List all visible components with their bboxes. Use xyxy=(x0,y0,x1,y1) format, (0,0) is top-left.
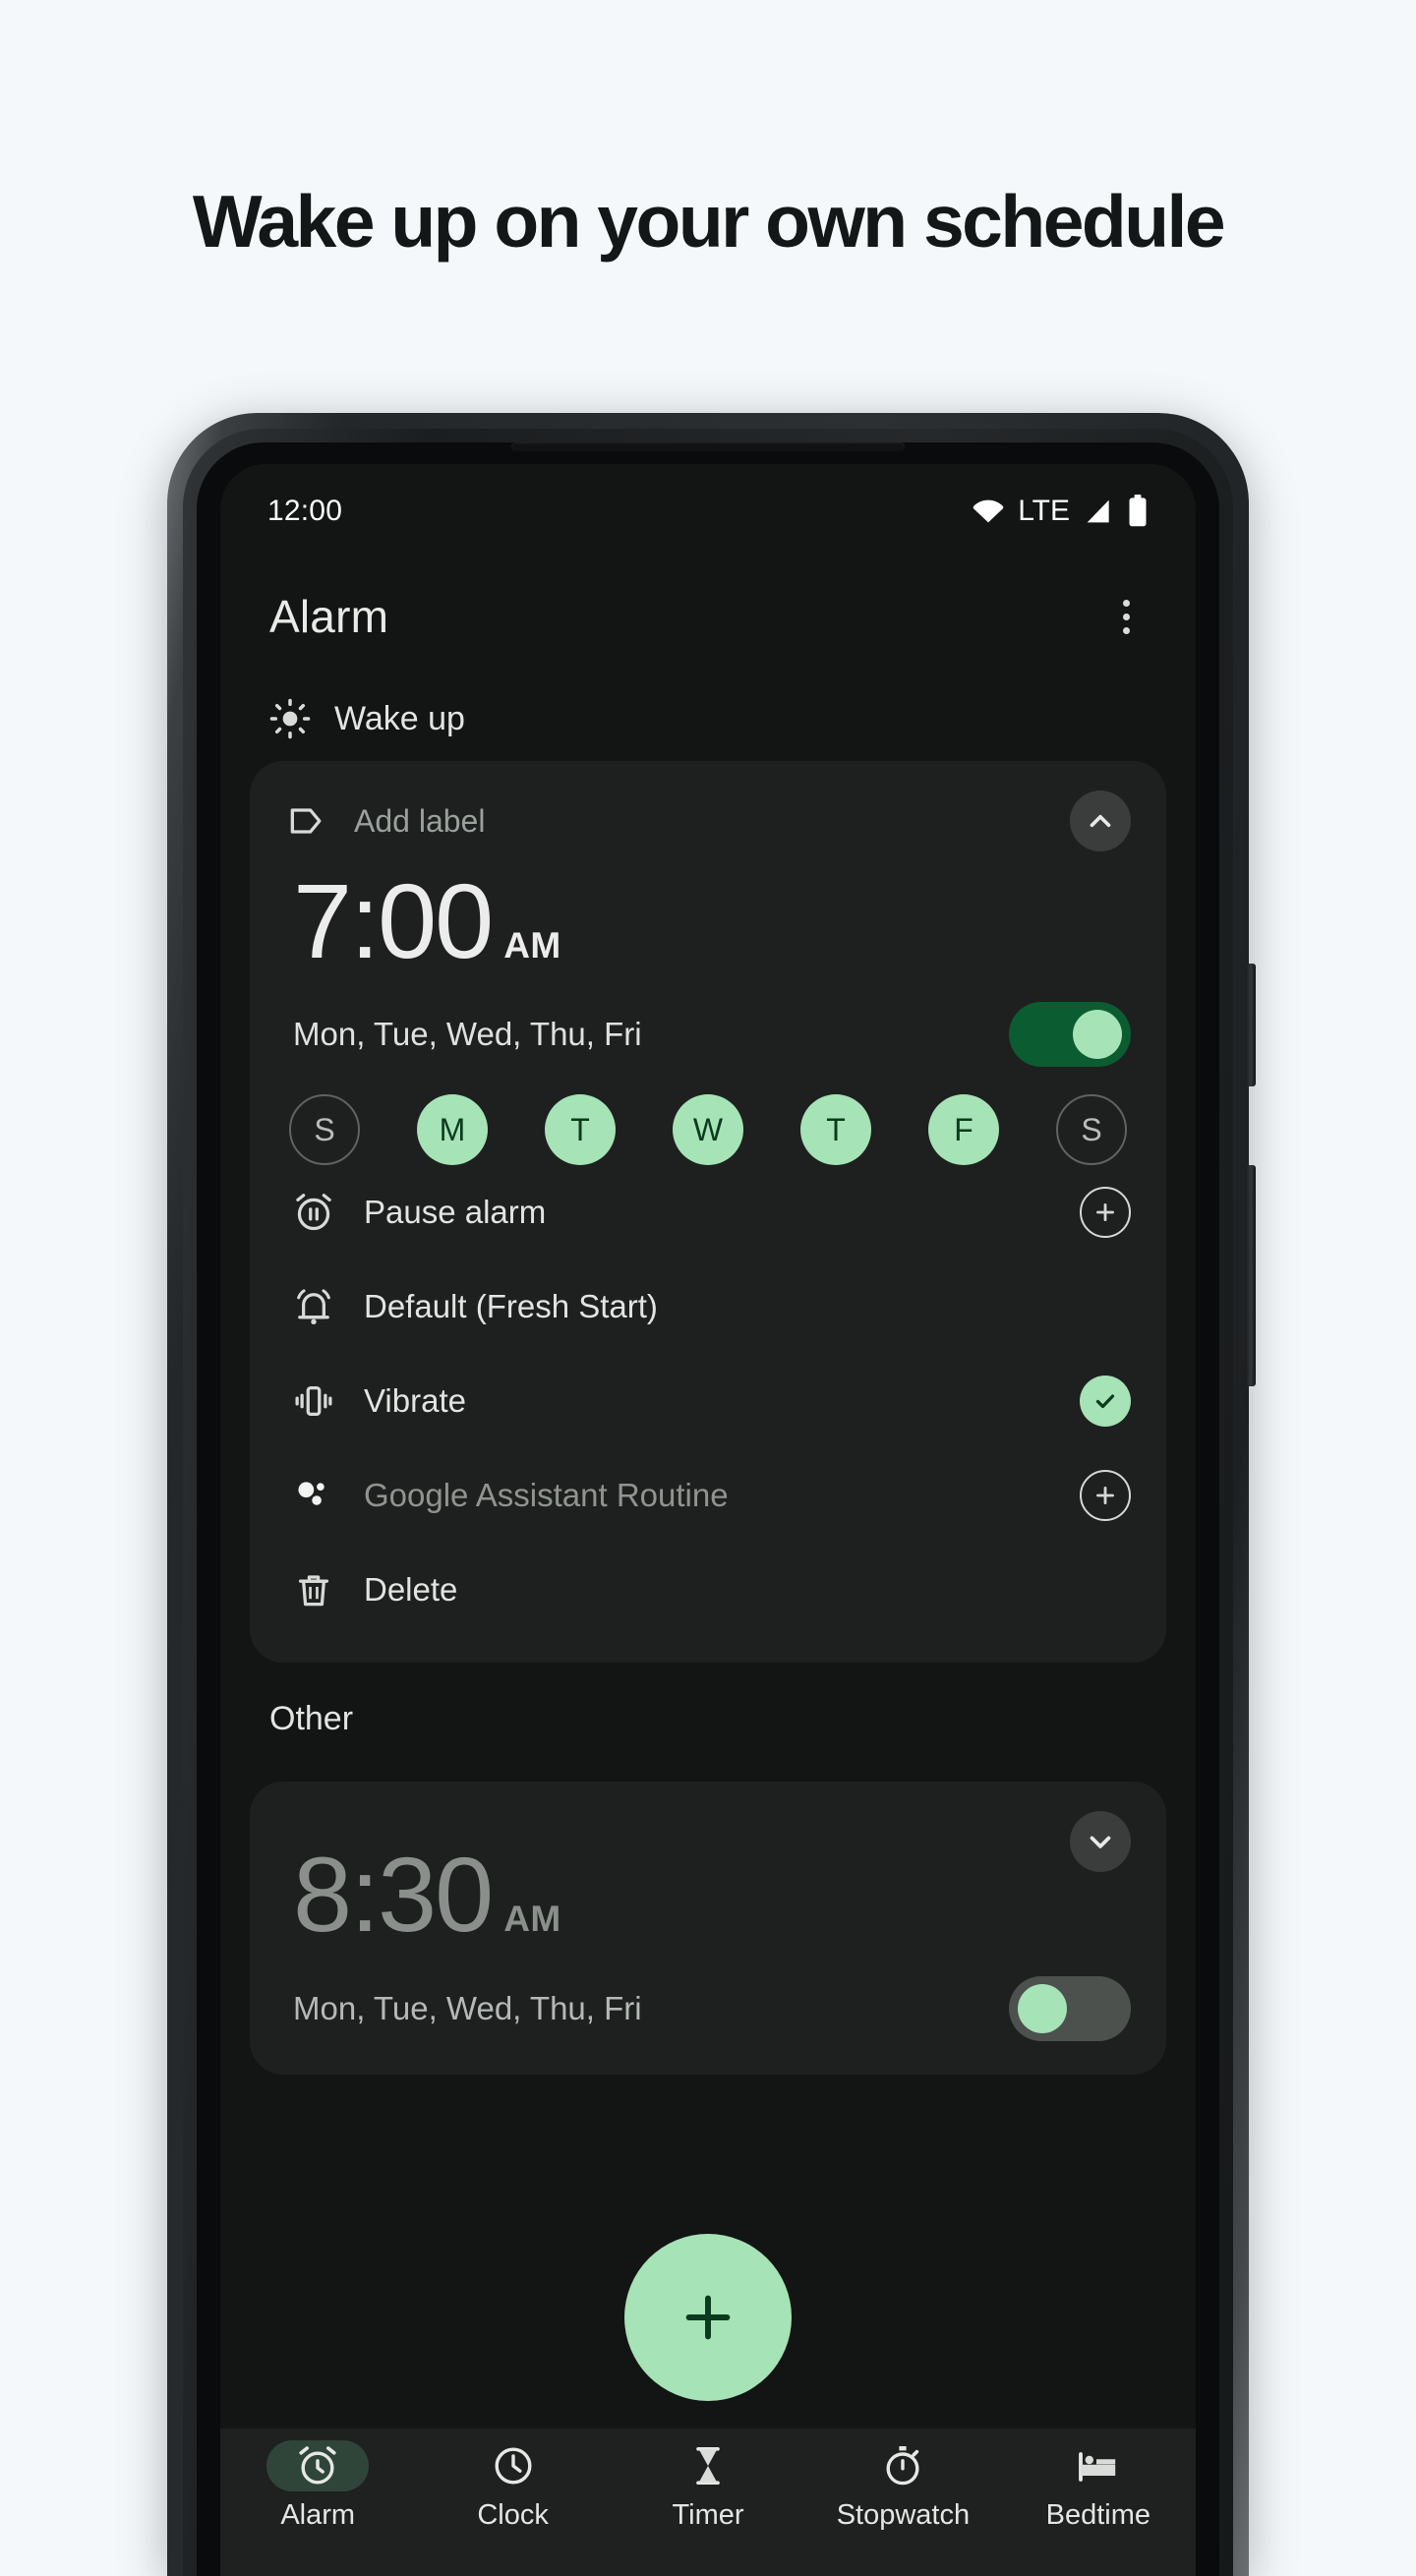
nav-item-clock[interactable]: Clock xyxy=(415,2440,610,2532)
tag-icon xyxy=(290,808,322,834)
day-pill-wed[interactable]: W xyxy=(673,1094,743,1166)
page-title: Wake up on your own schedule xyxy=(192,180,1226,263)
day-selector: S M T W T F S xyxy=(285,1094,1131,1166)
network-type: LTE xyxy=(1018,495,1070,527)
more-vertical-icon[interactable] xyxy=(1103,594,1149,639)
nav-item-timer[interactable]: Timer xyxy=(611,2440,805,2532)
battery-icon xyxy=(1129,495,1147,527)
nav-label: Stopwatch xyxy=(836,2499,971,2531)
bell-ring-icon xyxy=(297,1289,330,1325)
option-label: Pause alarm xyxy=(364,1194,547,1231)
nav-label: Alarm xyxy=(280,2499,356,2531)
alarm-time-value: 8:30 xyxy=(293,1835,494,1955)
option-label: Default (Fresh Start) xyxy=(364,1288,658,1325)
alarm-label-placeholder: Add label xyxy=(354,802,486,839)
nav-item-alarm[interactable]: Alarm xyxy=(220,2440,415,2532)
option-row-vibrate[interactable]: Vibrate xyxy=(285,1354,1131,1448)
hourglass-icon xyxy=(696,2447,720,2485)
alarm-time-ampm: AM xyxy=(503,1899,561,1940)
alarm-days-summary: Mon, Tue, Wed, Thu, Fri xyxy=(293,1016,642,1053)
nav-label: Bedtime xyxy=(1045,2499,1151,2531)
app-bar: Alarm xyxy=(220,558,1196,674)
signal-icon xyxy=(1087,499,1109,523)
alarm-icon xyxy=(299,2446,336,2485)
option-row-pause-alarm[interactable]: Pause alarm xyxy=(285,1165,1131,1259)
nav-label: Clock xyxy=(477,2499,549,2531)
trash-icon xyxy=(298,1575,329,1607)
phone-mockup: 12:00 LTE Alarm Wake up Add label 7:00 A… xyxy=(167,413,1256,2576)
nav-item-stopwatch[interactable]: Stopwatch xyxy=(805,2440,1000,2532)
earpiece-speaker xyxy=(511,442,905,451)
google-assistant-icon xyxy=(298,1482,324,1506)
status-bar: 12:00 LTE xyxy=(220,464,1196,558)
alarm-days-row: Mon, Tue, Wed, Thu, Fri xyxy=(285,1002,1131,1068)
day-pill-thu[interactable]: T xyxy=(800,1094,871,1166)
alarm-card-collapsed[interactable]: 8:30 AM Mon, Tue, Wed, Thu, Fri xyxy=(250,1782,1166,2075)
alarm-card-expanded: Add label 7:00 AM Mon, Tue, Wed, Thu, Fr… xyxy=(250,761,1166,1664)
group-header-wake-up: Wake up xyxy=(220,674,1196,761)
alarm-toggle-secondary[interactable] xyxy=(1009,1975,1131,2041)
plus-icon xyxy=(685,2295,731,2340)
plus-circle-icon[interactable] xyxy=(1080,1470,1131,1522)
alarm-time-value: 7:00 xyxy=(293,861,494,980)
day-pill-fri[interactable]: F xyxy=(928,1094,999,1166)
option-row-google-assistant-routine[interactable]: Google Assistant Routine xyxy=(285,1448,1131,1543)
alarm-time-ampm: AM xyxy=(503,925,561,966)
wifi-icon xyxy=(973,499,1004,523)
alarm-pause-icon xyxy=(296,1194,331,1231)
group-label: Wake up xyxy=(334,699,465,737)
chevron-down-icon[interactable] xyxy=(1070,1811,1131,1873)
toggle-knob xyxy=(1018,1983,1067,2033)
alarm-label-row[interactable]: Add label xyxy=(285,790,1131,851)
option-label: Delete xyxy=(364,1571,458,1609)
alarm-time-secondary[interactable]: 8:30 AM xyxy=(285,1835,1131,1955)
nav-label: Timer xyxy=(672,2499,744,2531)
phone-screen: 12:00 LTE Alarm Wake up Add label 7:00 A… xyxy=(220,464,1196,2576)
day-pill-sat[interactable]: S xyxy=(1056,1094,1127,1166)
option-row-delete[interactable]: Delete xyxy=(285,1543,1131,1637)
alarm-days-row-secondary: Mon, Tue, Wed, Thu, Fri xyxy=(285,1975,1131,2041)
chevron-up-icon[interactable] xyxy=(1070,790,1131,851)
day-pill-tue[interactable]: T xyxy=(545,1094,616,1166)
plus-circle-icon[interactable] xyxy=(1080,1187,1131,1239)
clock-icon xyxy=(495,2447,532,2485)
toggle-knob xyxy=(1073,1010,1122,1060)
bottom-navigation: Alarm Clock Timer Stopwatch Bedtime xyxy=(220,2429,1196,2576)
power-button[interactable] xyxy=(1246,964,1256,1086)
add-alarm-fab[interactable] xyxy=(624,2234,792,2401)
check-circle-icon[interactable] xyxy=(1080,1376,1131,1428)
sun-icon xyxy=(269,698,311,739)
status-indicators: LTE xyxy=(972,495,1149,528)
nav-item-bedtime[interactable]: Bedtime xyxy=(1001,2440,1196,2532)
group-header-other: Other xyxy=(220,1663,1196,1760)
day-pill-mon[interactable]: M xyxy=(417,1094,488,1166)
alarm-days-summary: Mon, Tue, Wed, Thu, Fri xyxy=(293,1989,642,2026)
day-pill-sun[interactable]: S xyxy=(289,1094,360,1166)
volume-button[interactable] xyxy=(1246,1165,1256,1386)
alarm-toggle[interactable] xyxy=(1009,1002,1131,1068)
option-label: Google Assistant Routine xyxy=(364,1477,729,1514)
vibrate-icon xyxy=(295,1386,332,1417)
bed-icon xyxy=(1078,2452,1116,2482)
app-title: Alarm xyxy=(269,591,389,642)
option-row-ringtone[interactable]: Default (Fresh Start) xyxy=(285,1259,1131,1354)
group-label: Other xyxy=(269,1700,354,1738)
option-label: Vibrate xyxy=(364,1382,466,1420)
stopwatch-icon xyxy=(886,2446,919,2486)
alarm-time[interactable]: 7:00 AM xyxy=(285,861,1131,980)
status-time: 12:00 xyxy=(267,495,343,527)
